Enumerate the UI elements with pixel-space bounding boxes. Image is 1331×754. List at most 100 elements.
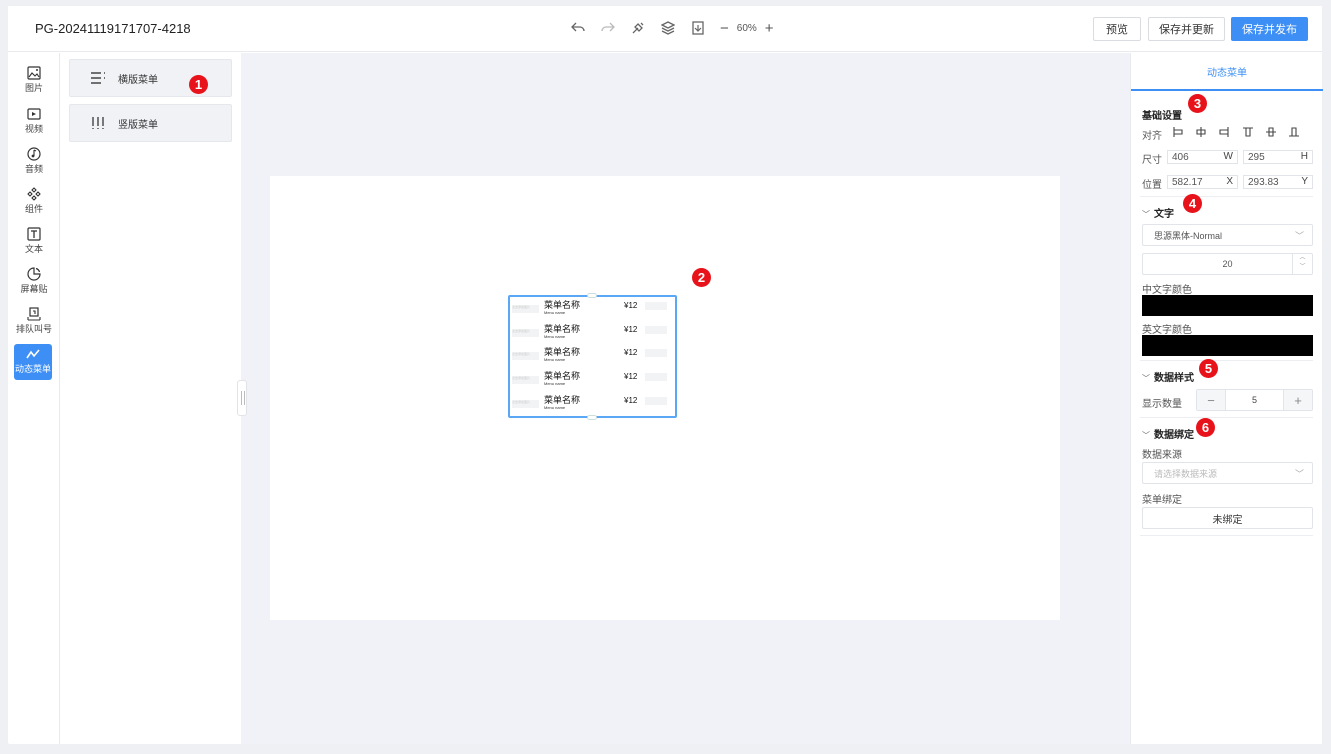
annotation-badge-2: 2 [692, 268, 711, 287]
properties-panel: 动态菜单 基础设置 对齐 尺寸 406 W 295 H 位置 582.17 X … [1130, 53, 1323, 744]
text-icon [27, 227, 41, 241]
menu-name-en: Menu name [544, 334, 566, 339]
video-icon [27, 108, 41, 120]
preview-button[interactable]: 预览 [1093, 17, 1141, 41]
menu-price: ¥12 [624, 372, 638, 381]
menu-image-placeholder: 点击添加图片 [512, 376, 539, 384]
design-stage[interactable]: 点击添加图片 菜单名称 Menu name ¥12 点击添加图片 菜单名称 Me… [270, 176, 1060, 620]
spin-buttons[interactable]: ︿ ﹀ [1292, 254, 1312, 274]
annotation-badge-5: 5 [1199, 359, 1218, 378]
menu-thumb-placeholder [645, 373, 667, 381]
en-color-swatch[interactable] [1142, 335, 1313, 356]
cn-color-label: 中文字颜色 [1142, 285, 1192, 296]
menu-price: ¥12 [624, 301, 638, 310]
align-top-icon[interactable] [1243, 127, 1253, 137]
tab-dynamic-menu[interactable]: 动态菜单 [1131, 53, 1323, 91]
vertical-menu-card[interactable]: 竖版菜单 [69, 104, 232, 142]
menu-name-en: Menu name [544, 310, 566, 315]
text-section-title[interactable]: ﹀ 文字 [1142, 205, 1174, 220]
chevron-down-icon: ﹀ [1294, 469, 1304, 479]
toolbar: − 60% + [570, 19, 774, 37]
clear-brush-icon[interactable] [630, 19, 646, 37]
menu-row: 点击添加图片 菜单名称 Menu name ¥12 [512, 345, 675, 368]
save-publish-button[interactable]: 保存并发布 [1231, 17, 1308, 41]
menu-image-placeholder: 点击添加图片 [512, 329, 539, 337]
annotation-badge-1: 1 [189, 75, 208, 94]
menu-name: 菜单名称 [544, 395, 581, 405]
save-update-button[interactable]: 保存并更新 [1148, 17, 1225, 41]
redo-icon[interactable] [600, 19, 616, 37]
dynamic-menu-icon [26, 349, 40, 359]
dynamic-menu-widget[interactable]: 点击添加图片 菜单名称 Menu name ¥12 点击添加图片 菜单名称 Me… [508, 293, 677, 420]
horizontal-menu-icon [91, 72, 105, 84]
rail-item-text[interactable]: 文本 [8, 224, 60, 262]
size-label: 尺寸 [1142, 155, 1162, 166]
increment-button[interactable]: + [1284, 390, 1312, 410]
menu-name: 菜单名称 [544, 324, 581, 334]
cn-color-swatch[interactable] [1142, 295, 1313, 316]
menu-name-en: Menu name [544, 381, 566, 386]
count-value[interactable]: 5 [1225, 390, 1284, 410]
rail-item-dynamic-menu[interactable]: 动态菜单 [14, 344, 52, 380]
rail-item-audio[interactable]: 音频 [8, 144, 60, 182]
rail-item-sticker[interactable]: 屏幕贴 [8, 264, 60, 302]
panel-collapse-handle[interactable] [237, 380, 247, 416]
menu-image-placeholder: 点击添加图片 [512, 352, 539, 360]
en-color-label: 英文字颜色 [1142, 325, 1192, 336]
annotation-badge-6: 6 [1196, 418, 1215, 437]
data-source-select[interactable]: 请选择数据来源 ﹀ [1142, 462, 1313, 484]
y-input[interactable]: 293.83 Y [1243, 175, 1313, 189]
zoom-out-button[interactable]: − [720, 20, 729, 37]
rail-item-image[interactable]: 图片 [8, 63, 60, 101]
menu-price: ¥12 [624, 396, 638, 405]
decrement-button[interactable]: − [1197, 390, 1225, 410]
menu-price: ¥12 [624, 348, 638, 357]
undo-icon[interactable] [570, 19, 586, 37]
width-input[interactable]: 406 W [1167, 150, 1238, 164]
menu-bind-button[interactable]: 未绑定 [1142, 507, 1313, 529]
height-input[interactable]: 295 H [1243, 150, 1313, 164]
menu-name-en: Menu name [544, 405, 566, 410]
menu-row: 点击添加图片 菜单名称 Menu name ¥12 [512, 369, 675, 392]
canvas-area: 点击添加图片 菜单名称 Menu name ¥12 点击添加图片 菜单名称 Me… [237, 53, 1130, 744]
menu-image-placeholder: 点击添加图片 [512, 305, 539, 313]
align-bottom-icon[interactable] [1289, 127, 1299, 137]
rail-item-video[interactable]: 视频 [8, 104, 60, 142]
font-size-input[interactable]: 20 ︿ ﹀ [1142, 253, 1313, 275]
export-icon[interactable] [690, 19, 706, 37]
rail-item-component[interactable]: 组件 [8, 184, 60, 222]
align-label: 对齐 [1142, 131, 1162, 142]
data-source-label: 数据来源 [1142, 450, 1182, 461]
menu-price: ¥12 [624, 325, 638, 334]
count-stepper: − 5 + [1196, 389, 1313, 411]
zoom-in-button[interactable]: + [765, 20, 774, 37]
data-style-title[interactable]: ﹀ 数据样式 [1142, 369, 1194, 384]
count-label: 显示数量 [1142, 399, 1182, 410]
x-input[interactable]: 582.17 X [1167, 175, 1238, 189]
menu-name-en: Menu name [544, 357, 566, 362]
menu-thumb-placeholder [645, 397, 667, 405]
divider [1140, 417, 1313, 418]
font-family-select[interactable]: 思源黑体-Normal ﹀ [1142, 224, 1313, 246]
align-left-icon[interactable] [1173, 127, 1183, 137]
document-title: PG-20241119171707-4218 [35, 21, 191, 36]
chevron-down-icon: ﹀ [1142, 210, 1150, 219]
divider [1140, 535, 1313, 536]
layers-icon[interactable] [660, 19, 676, 37]
rail-item-queue[interactable]: 排队叫号 [8, 304, 60, 342]
align-right-icon[interactable] [1219, 127, 1229, 137]
menu-thumb-placeholder [645, 302, 667, 310]
basic-settings-title: 基础设置 [1142, 111, 1182, 122]
divider [1140, 360, 1313, 361]
horizontal-menu-card[interactable]: 横版菜单 [69, 59, 232, 97]
annotation-badge-4: 4 [1183, 194, 1202, 213]
menu-thumb-placeholder [645, 349, 667, 357]
top-bar: PG-20241119171707-4218 − 60% + 预览 保存并更新 … [8, 6, 1322, 52]
align-center-h-icon[interactable] [1196, 127, 1206, 137]
data-binding-title[interactable]: ﹀ 数据绑定 [1142, 426, 1194, 441]
align-center-v-icon[interactable] [1266, 127, 1276, 137]
divider [1140, 196, 1313, 197]
sticker-icon [27, 267, 41, 281]
vertical-menu-icon [92, 117, 104, 129]
menu-name: 菜单名称 [544, 300, 581, 310]
